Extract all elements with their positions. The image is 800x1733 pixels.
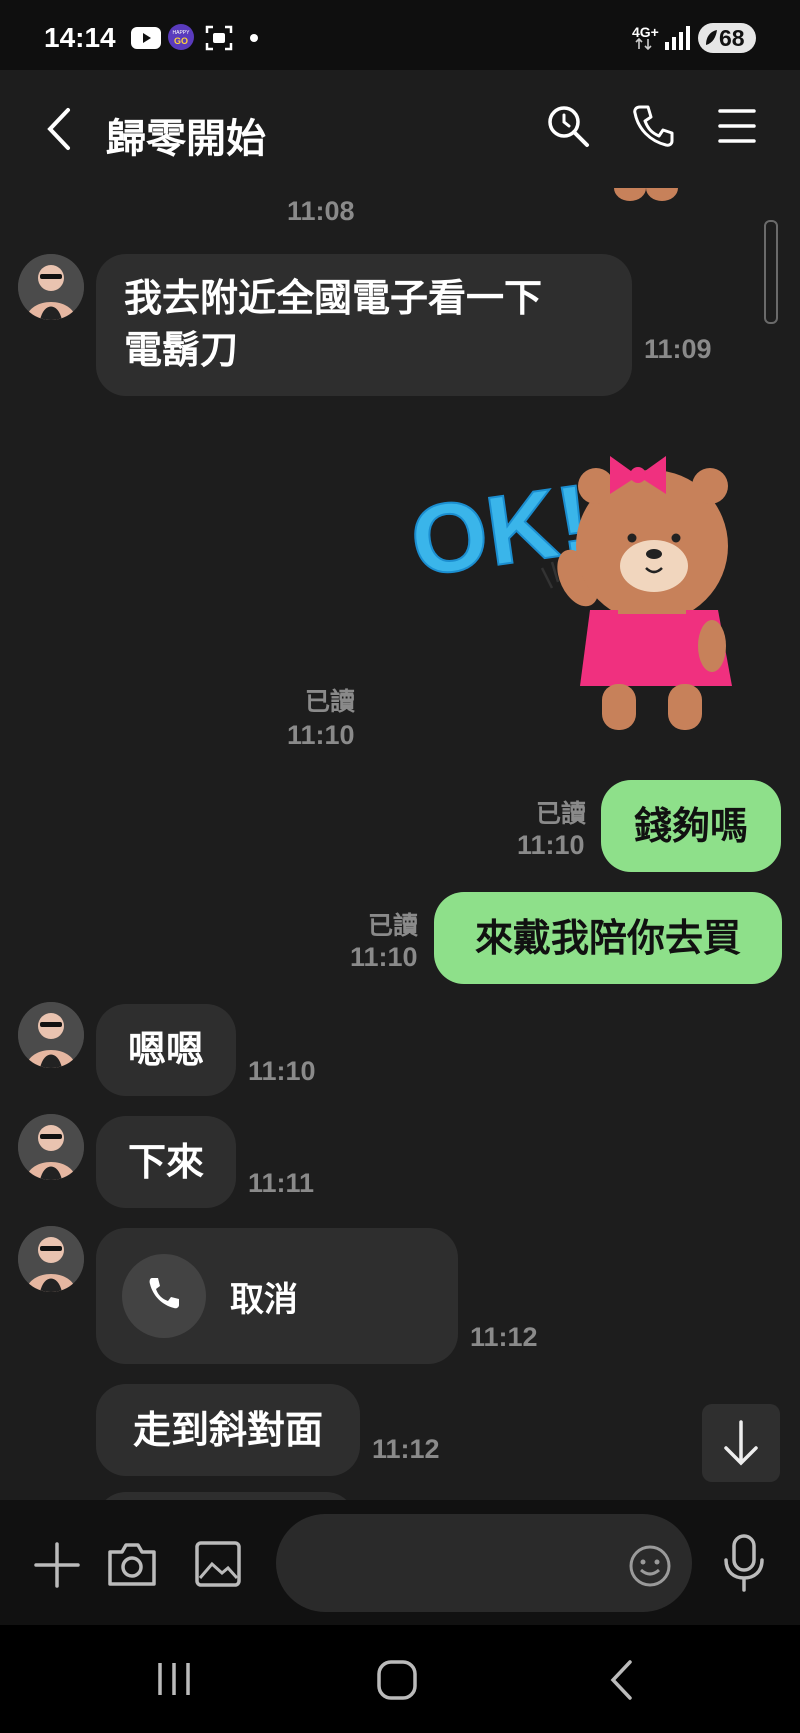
emoji-icon[interactable] xyxy=(628,1544,672,1588)
avatar-photo xyxy=(18,1002,84,1068)
menu-icon[interactable] xyxy=(718,108,756,144)
message-text: 電鬍刀 xyxy=(124,328,239,372)
message-time: 11:09 xyxy=(644,334,712,364)
youtube-icon xyxy=(131,27,161,49)
system-nav-bar xyxy=(0,1625,800,1733)
phone-call-icon[interactable] xyxy=(632,104,674,148)
message-text: 來戴我陪你去買 xyxy=(474,916,741,960)
ok-bear-sticker[interactable]: OK! xyxy=(412,450,752,740)
incoming-message-bubble[interactable]: 我去附近全國電子看一下 電鬍刀 xyxy=(96,254,632,396)
call-icon xyxy=(122,1254,206,1338)
screenshot-icon xyxy=(205,25,233,51)
message-time: 11:10 xyxy=(248,1056,316,1086)
call-status-text: 取消 xyxy=(230,1280,298,1320)
happy-go-icon: HAPPY GO xyxy=(168,24,194,50)
message-input[interactable] xyxy=(276,1514,692,1612)
message-time: 11:12 xyxy=(470,1322,538,1352)
avatar-photo xyxy=(18,1114,84,1180)
message-text: 我去附近全國電子看一下 xyxy=(124,276,543,320)
message-time: 11:11 xyxy=(248,1168,315,1198)
chat-header: 歸零開始 xyxy=(0,70,800,188)
avatar-photo xyxy=(18,254,84,320)
recent-apps-icon[interactable] xyxy=(156,1661,192,1697)
outgoing-message-bubble[interactable]: 錢夠嗎 xyxy=(601,780,781,872)
chat-area[interactable]: 11:08 我去附近全國電子看一下 電鬍刀 11:09 OK! 已讀 11:10… xyxy=(0,188,800,1500)
avatar[interactable] xyxy=(18,254,84,320)
leaf-icon xyxy=(706,30,717,45)
svg-text:GO: GO xyxy=(174,36,188,46)
status-bar: 14:14 HAPPY GO 4G+ 68 xyxy=(0,0,800,70)
message-text: 下來 xyxy=(127,1140,204,1184)
arrow-down-icon xyxy=(724,1420,758,1466)
read-receipt: 已讀 xyxy=(368,911,419,940)
incoming-message-bubble[interactable] xyxy=(96,1492,356,1500)
back-icon[interactable] xyxy=(44,106,74,152)
notification-dot-icon xyxy=(250,34,258,42)
scroll-to-bottom-button[interactable] xyxy=(702,1404,780,1482)
avatar-photo xyxy=(18,1226,84,1292)
message-text: 嗯嗯 xyxy=(127,1028,204,1072)
read-receipt: 已讀 xyxy=(305,687,356,716)
incoming-message-bubble[interactable]: 嗯嗯 xyxy=(96,1004,236,1096)
data-arrows-icon xyxy=(635,38,652,50)
signal-icon xyxy=(665,26,690,50)
home-icon[interactable] xyxy=(376,1659,418,1701)
input-bar xyxy=(0,1500,800,1625)
battery-indicator: 68 xyxy=(698,23,756,53)
message-time: 11:08 xyxy=(287,196,355,226)
camera-icon[interactable] xyxy=(106,1540,158,1588)
message-time: 11:12 xyxy=(372,1434,440,1464)
image-icon[interactable] xyxy=(194,1540,242,1588)
outgoing-message-bubble[interactable]: 來戴我陪你去買 xyxy=(434,892,782,984)
incoming-message-bubble[interactable]: 走到斜對面 xyxy=(96,1384,360,1476)
message-time: 11:10 xyxy=(350,942,418,972)
avatar[interactable] xyxy=(18,1226,84,1292)
scrollbar[interactable] xyxy=(764,220,778,324)
avatar[interactable] xyxy=(18,1114,84,1180)
read-receipt: 已讀 xyxy=(536,799,587,828)
sticker-partial xyxy=(614,188,678,201)
call-message-bubble[interactable]: 取消 xyxy=(96,1228,458,1364)
status-time: 14:14 xyxy=(44,22,116,53)
message-time: 11:10 xyxy=(287,720,355,750)
message-text: 錢夠嗎 xyxy=(633,804,748,848)
message-text: 走到斜對面 xyxy=(132,1408,323,1452)
battery-level: 68 xyxy=(719,25,745,51)
plus-icon[interactable] xyxy=(34,1542,80,1588)
avatar[interactable] xyxy=(18,1002,84,1068)
incoming-message-bubble[interactable]: 下來 xyxy=(96,1116,236,1208)
back-nav-icon[interactable] xyxy=(608,1659,634,1701)
search-icon[interactable] xyxy=(546,104,590,148)
microphone-icon[interactable] xyxy=(722,1534,766,1594)
chat-title: 歸零開始 xyxy=(106,116,266,162)
message-time: 11:10 xyxy=(517,830,585,860)
